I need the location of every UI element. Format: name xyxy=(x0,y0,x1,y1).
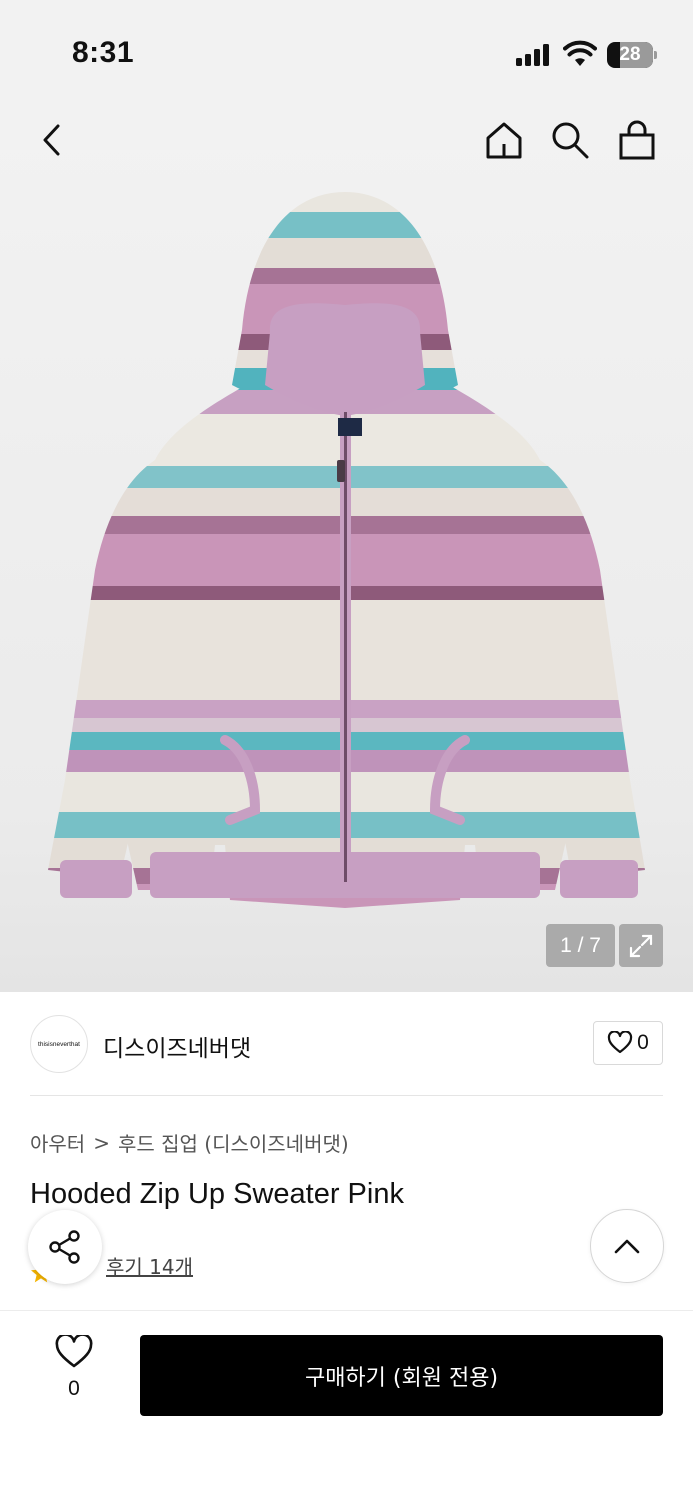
review-link[interactable]: 후기 14개 xyxy=(106,1251,193,1280)
share-icon xyxy=(49,1230,80,1264)
brand-row[interactable]: thisisneverthat 디스이즈네버댓 0 xyxy=(30,993,663,1096)
status-bar: 8:31 28 xyxy=(0,0,693,100)
expand-image-button[interactable] xyxy=(619,924,663,967)
bottom-action-bar: 0 구매하기 (회원 전용) xyxy=(0,1310,693,1500)
brand-name[interactable]: 디스이즈네버댓 xyxy=(103,1029,251,1063)
scroll-top-button[interactable] xyxy=(590,1209,664,1283)
cellular-signal-icon xyxy=(516,44,552,66)
breadcrumb-separator: > xyxy=(93,1130,110,1155)
share-button[interactable] xyxy=(28,1210,102,1284)
shopping-bag-icon xyxy=(619,120,655,160)
product-image-gallery[interactable]: 1 / 7 xyxy=(0,100,693,992)
wifi-icon xyxy=(563,40,597,66)
brand-logo-text: thisisneverthat xyxy=(38,1040,80,1048)
battery-icon: 28 xyxy=(607,42,657,68)
battery-percent: 28 xyxy=(619,44,641,65)
buy-button[interactable]: 구매하기 (회원 전용) xyxy=(140,1335,663,1416)
home-icon xyxy=(486,122,522,159)
cart-button[interactable] xyxy=(613,116,661,164)
back-button[interactable] xyxy=(28,116,76,164)
search-icon xyxy=(552,122,589,159)
heart-icon xyxy=(608,1031,633,1054)
breadcrumb-subcategory[interactable]: 후드 집업 (디스이즈네버댓) xyxy=(118,1128,349,1157)
expand-icon xyxy=(629,934,653,957)
product-image xyxy=(48,192,645,908)
chevron-up-icon xyxy=(614,1239,640,1254)
breadcrumb: 아우터 > 후드 집업 (디스이즈네버댓) xyxy=(30,1128,349,1157)
home-button[interactable] xyxy=(480,116,528,164)
brand-like-button[interactable]: 0 xyxy=(593,1021,663,1065)
heart-icon xyxy=(55,1333,93,1368)
wishlist-count: 0 xyxy=(68,1377,80,1400)
breadcrumb-category[interactable]: 아우터 xyxy=(30,1128,85,1157)
search-button[interactable] xyxy=(546,116,594,164)
image-counter: 1 / 7 xyxy=(546,924,615,967)
wishlist-button[interactable]: 0 xyxy=(48,1333,100,1405)
product-title: Hooded Zip Up Sweater Pink xyxy=(30,1178,404,1210)
chevron-left-icon xyxy=(43,124,60,156)
status-time: 8:31 xyxy=(72,36,135,69)
brand-like-count: 0 xyxy=(637,1031,649,1054)
brand-logo[interactable]: thisisneverthat xyxy=(30,1015,88,1073)
